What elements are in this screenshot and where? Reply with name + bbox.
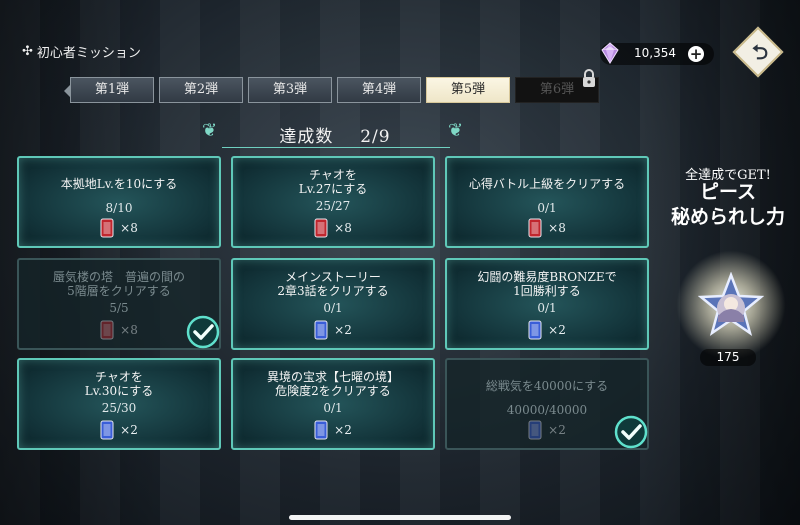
mission-progress: 0/1 — [537, 301, 557, 315]
gem-count: 10,354 — [634, 46, 676, 60]
mission-text-line2: 危険度2をクリアする — [275, 384, 391, 398]
reward-title: ピース 秘められし力 — [652, 180, 800, 230]
blue-ticket-icon — [528, 420, 542, 440]
tab-3[interactable]: 第3弾 — [248, 77, 332, 103]
mission-reward: ×2 — [233, 420, 433, 440]
completed-check-icon — [186, 315, 220, 349]
lock-icon — [583, 69, 595, 87]
mission-reward: ×2 — [233, 320, 433, 340]
mission-reward: ×8 — [233, 218, 433, 238]
red-ticket-icon — [100, 320, 114, 340]
mission-text-line1: 総戦気を40000にする — [485, 379, 609, 393]
tab-2[interactable]: 第2弾 — [159, 77, 243, 103]
mission-text-line1: チャオを — [309, 168, 357, 182]
mission-reward: ×2 — [447, 320, 647, 340]
mission-card[interactable]: 異境の宝求【七曜の境】 危険度2をクリアする 0/1 ×2 — [231, 358, 435, 450]
mission-text-line2: 5階層をクリアする — [67, 284, 171, 298]
reward-quantity: ×2 — [548, 323, 566, 337]
reward-quantity: ×2 — [334, 423, 352, 437]
mission-card[interactable]: 幻闘の難易度BRONZEで 1回勝利する 0/1 ×2 — [445, 258, 649, 350]
tab-bar: 第1弾 第2弾 第3弾 第4弾 第5弾 第6弾 — [70, 77, 599, 103]
mission-text-line1: チャオを — [95, 370, 143, 384]
blue-ticket-icon — [314, 420, 328, 440]
mission-text-line1: メインストーリー — [285, 270, 381, 284]
reward-quantity: ×8 — [120, 221, 138, 235]
tab-4[interactable]: 第4弾 — [337, 77, 421, 103]
mission-card[interactable]: メインストーリー 2章3話をクリアする 0/1 ×2 — [231, 258, 435, 350]
reward-quantity: ×2 — [548, 423, 566, 437]
mission-progress: 0/1 — [323, 301, 343, 315]
mission-progress: 5/5 — [109, 301, 129, 315]
crystal-gem-icon — [601, 42, 619, 64]
mission-reward: ×8 — [19, 218, 219, 238]
home-indicator[interactable] — [289, 515, 511, 520]
header-underline — [222, 147, 450, 148]
mission-text-line2: 1回勝利する — [513, 284, 581, 298]
mission-card[interactable]: 蜃気楼の塔 普遍の間の 5階層をクリアする 5/5 ×8 — [17, 258, 221, 350]
mission-text-line1: 異境の宝求【七曜の境】 — [266, 370, 399, 384]
mission-card[interactable]: 本拠地Lv.を10にする 8/10 ×8 — [17, 156, 221, 248]
achievement-counter: 達成数 2/9 — [200, 122, 470, 147]
mission-text-line1: 幻闘の難易度BRONZEで — [477, 270, 617, 284]
mission-text-line2: Lv.27にする — [298, 182, 368, 196]
screen-title-label: 初心者ミッション — [36, 46, 141, 61]
mission-progress: 0/1 — [537, 201, 557, 215]
screen-title: ✣ 初心者ミッション — [22, 42, 141, 61]
return-arrow-icon[interactable]: ⮌ — [746, 38, 774, 66]
mission-card[interactable]: チャオを Lv.27にする 25/27 ×8 — [231, 156, 435, 248]
mission-progress: 25/30 — [101, 401, 137, 415]
mission-progress: 8/10 — [105, 201, 133, 215]
tab-5[interactable]: 第5弾 — [426, 77, 510, 103]
reward-title-line2: 秘められし力 — [670, 206, 785, 228]
reward-quantity: ×8 — [548, 221, 566, 235]
mission-progress: 25/27 — [315, 199, 351, 213]
reward-quantity: ×2 — [120, 423, 138, 437]
achievement-value: 2/9 — [360, 127, 391, 147]
tab-1[interactable]: 第1弾 — [70, 77, 154, 103]
mission-text-line1: 本拠地Lv.を10にする — [60, 177, 178, 191]
mission-card[interactable]: 心得バトル上級をクリアする 0/1 ×8 — [445, 156, 649, 248]
mission-text-line1: 心得バトル上級をクリアする — [468, 177, 626, 191]
mission-card[interactable]: チャオを Lv.30にする 25/30 ×2 — [17, 358, 221, 450]
piece-count: 175 — [700, 349, 756, 366]
red-ticket-icon — [528, 218, 542, 238]
mission-card[interactable]: 総戦気を40000にする 40000/40000 ×2 — [445, 358, 649, 450]
mission-text-line1: 蜃気楼の塔 普遍の間の — [52, 270, 185, 284]
blue-ticket-icon — [314, 320, 328, 340]
mission-reward: ×2 — [19, 420, 219, 440]
blue-ticket-icon — [100, 420, 114, 440]
blue-ticket-icon — [528, 320, 542, 340]
mission-text-line2: 2章3話をクリアする — [277, 284, 389, 298]
achievement-label: 達成数 — [279, 127, 334, 147]
flower-icon: ✣ — [22, 44, 33, 59]
mission-progress: 0/1 — [323, 401, 343, 415]
reward-quantity: ×2 — [334, 323, 352, 337]
red-ticket-icon — [314, 218, 328, 238]
reward-title-line1: ピース — [699, 181, 757, 203]
red-ticket-icon — [100, 218, 114, 238]
completed-check-icon — [614, 415, 648, 449]
add-gems-button[interactable]: + — [688, 46, 704, 62]
reward-quantity: ×8 — [334, 221, 352, 235]
mission-text-line2: Lv.30にする — [84, 384, 154, 398]
mission-reward: ×8 — [447, 218, 647, 238]
reward-quantity: ×8 — [120, 323, 138, 337]
star-piece-icon[interactable] — [698, 272, 764, 338]
